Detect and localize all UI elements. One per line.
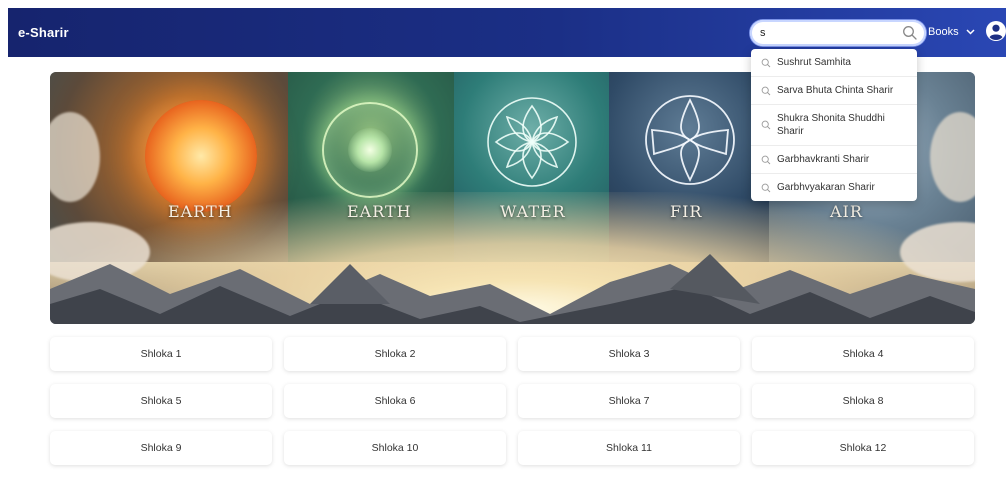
search-input[interactable] [760,23,892,43]
chevron-down-icon [966,29,975,35]
search-icon [761,155,771,164]
shloka-card[interactable]: Shloka 7 [518,384,740,418]
search-suggestions-dropdown: Sushrut Samhita Sarva Bhuta Chinta Shari… [751,49,917,201]
suggestion-label: Shukra Shonita Shuddhi Sharir [777,113,885,137]
shloka-card[interactable]: Shloka 4 [752,337,974,371]
shloka-card[interactable]: Shloka 10 [284,431,506,465]
suggestion-item[interactable]: Sarva Bhuta Chinta Sharir [751,77,917,105]
hero-label-earth-2: EARTH [347,202,412,221]
search-icon [761,86,771,95]
mountain-range [50,254,975,324]
hero-label-air: AIR [830,202,863,221]
suggestion-label: Sarva Bhuta Chinta Sharir [777,85,894,96]
shloka-card[interactable]: Shloka 3 [518,337,740,371]
fire-sun-emblem [145,100,257,212]
hero-label-fir: FIR [670,202,703,221]
hero-label-water: WATER [500,202,566,221]
shloka-card[interactable]: Shloka 9 [50,431,272,465]
earth-orb-emblem [322,102,418,198]
water-flower-emblem [487,97,577,187]
user-circle-icon[interactable] [985,20,1006,42]
shloka-card[interactable]: Shloka 5 [50,384,272,418]
suggestion-label: Garbhvyakaran Sharir [777,182,875,193]
fir-star-emblem [645,95,735,185]
suggestion-item[interactable]: Shukra Shonita Shuddhi Sharir [751,105,917,146]
shloka-card[interactable]: Shloka 8 [752,384,974,418]
search-icon [761,183,771,192]
suggestion-label: Sushrut Samhita [777,57,851,68]
books-menu[interactable]: Books [928,8,975,57]
books-menu-label: Books [928,26,959,38]
suggestion-item[interactable]: Sushrut Samhita [751,49,917,77]
shloka-card[interactable]: Shloka 11 [518,431,740,465]
search-icon[interactable] [902,25,918,41]
shloka-card[interactable]: Shloka 12 [752,431,974,465]
suggestion-item[interactable]: Garbhavkranti Sharir [751,146,917,174]
suggestion-item[interactable]: Garbhvyakaran Sharir [751,174,917,201]
search-box[interactable] [750,20,926,46]
shloka-card[interactable]: Shloka 2 [284,337,506,371]
brand-logo[interactable]: e-Sharir [18,8,69,57]
search-icon [761,120,771,130]
shloka-card[interactable]: Shloka 6 [284,384,506,418]
hero-label-earth-1: EARTH [168,202,233,221]
suggestion-label: Garbhavkranti Sharir [777,154,870,165]
shloka-card[interactable]: Shloka 1 [50,337,272,371]
search-icon [761,58,771,67]
